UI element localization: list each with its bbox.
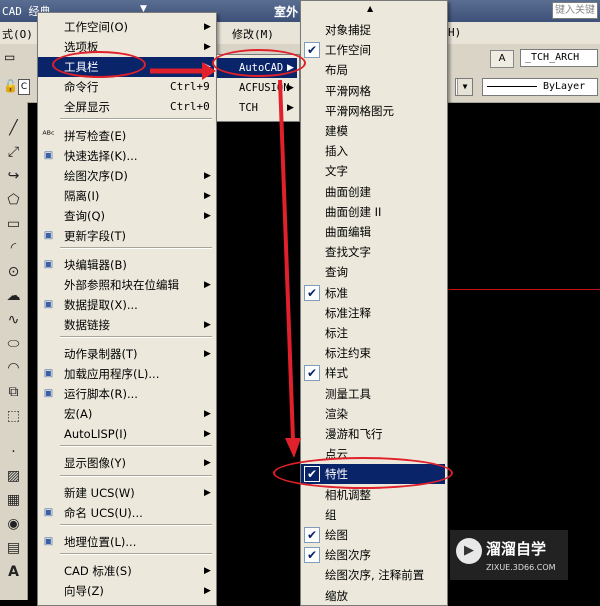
arrow-down-line: [278, 79, 295, 441]
annotation-arrows: [150, 62, 301, 458]
arrow-right-head: [202, 62, 216, 80]
arrow-down-head: [285, 438, 301, 458]
